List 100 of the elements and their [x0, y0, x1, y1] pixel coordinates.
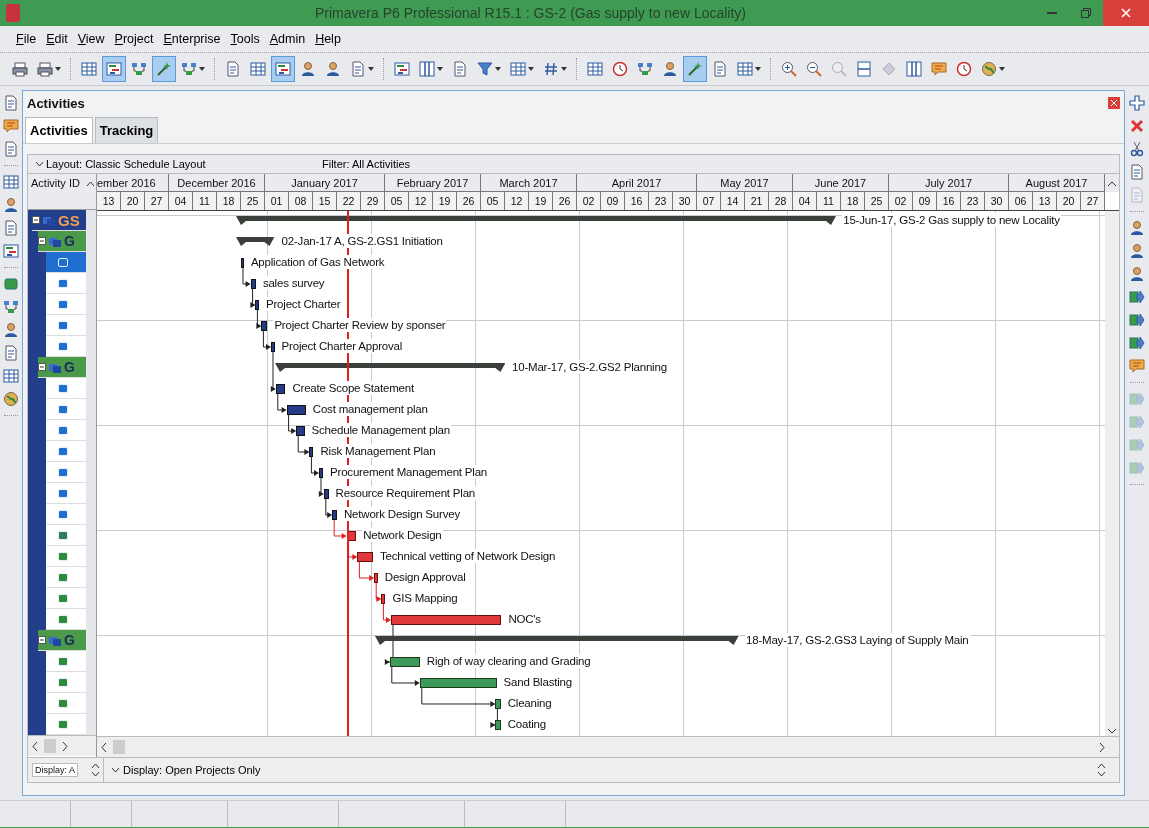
display-field[interactable]: Display: A — [32, 763, 79, 777]
dock-button[interactable] — [1128, 219, 1146, 237]
activity-row[interactable] — [46, 588, 86, 609]
activity-bar[interactable] — [381, 594, 386, 604]
close-button[interactable] — [1103, 0, 1149, 26]
menu-item[interactable]: Help — [311, 30, 345, 48]
activity-bar[interactable] — [323, 489, 329, 499]
activity-row[interactable] — [46, 441, 86, 462]
activity-row[interactable] — [46, 651, 86, 672]
summary-bar[interactable] — [274, 363, 505, 373]
spinner-icon[interactable] — [1098, 764, 1105, 776]
activity-bar[interactable] — [309, 447, 314, 457]
scroll-up-icon[interactable] — [1108, 180, 1116, 186]
wbs-row[interactable]: G — [38, 630, 86, 651]
dock-button[interactable] — [1128, 140, 1146, 158]
layout-dropdown[interactable]: Layout: Classic Schedule Layout — [46, 158, 206, 170]
activity-row[interactable] — [46, 273, 86, 294]
summary-bar[interactable] — [375, 636, 739, 646]
week-header: 25 — [241, 192, 265, 210]
scroll-right-icon[interactable] — [1099, 742, 1105, 752]
week-header: 13 — [97, 192, 121, 210]
activity-row[interactable] — [46, 252, 86, 273]
dock-button[interactable] — [2, 242, 20, 260]
menu-item[interactable]: Edit — [42, 30, 72, 48]
activity-row[interactable] — [46, 504, 86, 525]
display-dropdown[interactable]: Display: Open Projects Only — [123, 764, 261, 776]
caret-icon — [437, 67, 443, 71]
toolbar-button[interactable] — [683, 56, 707, 82]
dock-button[interactable] — [1128, 357, 1146, 375]
dock-button[interactable] — [1128, 334, 1146, 352]
person-icon — [3, 322, 19, 338]
scroll-thumb[interactable] — [44, 739, 56, 753]
filter-dropdown[interactable]: Filter: All Activities — [322, 158, 411, 170]
week-header: 23 — [961, 192, 985, 210]
activity-row[interactable] — [46, 546, 86, 567]
wbs-row[interactable]: G — [38, 357, 86, 378]
tab[interactable]: Activities — [25, 117, 93, 143]
nodes-icon — [131, 61, 147, 77]
menu-item[interactable]: File — [12, 30, 41, 48]
tab[interactable]: Tracking — [94, 117, 159, 143]
activity-row[interactable] — [46, 567, 86, 588]
week-header: 08 — [289, 192, 313, 210]
dock-button[interactable] — [1128, 288, 1146, 306]
activity-row[interactable] — [46, 609, 86, 630]
panel-close-button[interactable] — [1108, 97, 1120, 109]
spinner-icon[interactable] — [92, 764, 99, 776]
menu-item[interactable]: View — [73, 30, 109, 48]
collapse-icon — [32, 216, 40, 224]
dock-button[interactable] — [2, 298, 20, 316]
dock-button[interactable] — [2, 196, 20, 214]
scroll-right-icon[interactable] — [62, 741, 68, 751]
summary-bar[interactable] — [236, 237, 275, 247]
dock-button[interactable] — [2, 321, 20, 339]
zoom-out-icon — [806, 61, 822, 77]
activity-bar[interactable] — [250, 279, 256, 289]
activity-row[interactable] — [46, 336, 86, 357]
wbs-code: GS — [58, 211, 80, 229]
activity-row[interactable] — [46, 399, 86, 420]
dock-button[interactable] — [1128, 242, 1146, 260]
toolbar-button[interactable] — [102, 56, 126, 82]
scroll-left-icon[interactable] — [101, 742, 107, 752]
month-header: June 2017 — [793, 174, 889, 192]
activity-row[interactable] — [46, 420, 86, 441]
toolbar-button[interactable] — [152, 56, 176, 82]
week-header: 30 — [673, 192, 697, 210]
wbs-row[interactable]: G — [38, 231, 86, 252]
dock-button[interactable] — [2, 117, 20, 135]
activity-row[interactable] — [46, 315, 86, 336]
dock-button[interactable] — [2, 275, 20, 293]
dock-button[interactable] — [1128, 311, 1146, 329]
activity-bar[interactable] — [275, 384, 286, 394]
scroll-down-icon[interactable] — [1108, 729, 1116, 734]
menu-item[interactable]: Enterprise — [159, 30, 225, 48]
dock-button[interactable] — [1128, 94, 1146, 112]
activity-row[interactable] — [46, 462, 86, 483]
scrollbar[interactable] — [1105, 211, 1119, 736]
activity-bar[interactable] — [286, 405, 306, 415]
dock-button[interactable] — [2, 367, 20, 385]
activity-row[interactable] — [46, 672, 86, 693]
menu-item[interactable]: Tools — [226, 30, 264, 48]
dock-button[interactable] — [2, 390, 20, 408]
scrollbar[interactable] — [86, 210, 96, 735]
activity-row[interactable] — [46, 693, 86, 714]
activity-row[interactable] — [46, 378, 86, 399]
week-header: 21 — [745, 192, 769, 210]
menu-item[interactable]: Admin — [265, 30, 310, 48]
dock-button[interactable] — [2, 173, 20, 191]
summary-bar[interactable] — [236, 216, 837, 226]
activity-row[interactable] — [46, 483, 86, 504]
activity-bar[interactable] — [261, 321, 268, 331]
activity-row[interactable] — [46, 525, 86, 546]
activity-row[interactable] — [46, 294, 86, 315]
menu-item[interactable]: Project — [110, 30, 158, 48]
activity-bar[interactable] — [389, 657, 420, 667]
activity-row[interactable] — [46, 714, 86, 735]
scroll-left-icon[interactable] — [32, 741, 38, 751]
scroll-thumb[interactable] — [113, 740, 125, 754]
toolbar-button[interactable] — [271, 56, 295, 82]
dock-button[interactable] — [1128, 265, 1146, 283]
activity-bar[interactable] — [319, 468, 324, 478]
